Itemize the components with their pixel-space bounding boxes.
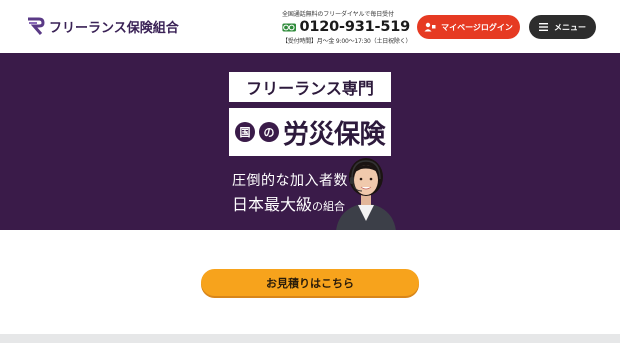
user-icon (424, 22, 436, 32)
hero-title: 労災保険 (282, 119, 386, 150)
logo-text: フリーランス保険組合 (49, 20, 179, 36)
estimate-button[interactable]: お見積りはこちら (201, 269, 419, 296)
contact-hours: 【受付時間】月〜金 9:00〜17:30（土日祝除く） (282, 38, 412, 45)
logo-mark-icon (28, 17, 45, 35)
menu-label: メニュー (554, 22, 586, 32)
freedial-icon (282, 22, 297, 32)
phone-row[interactable]: 0120-931-519 (282, 19, 410, 35)
site-header: フリーランス保険組合 全国通話無料のフリーダイヤルで毎日受付 0120-931-… (0, 0, 620, 53)
hero-tagline-main: 日本最大級 (232, 195, 313, 214)
no-circle: の (258, 122, 279, 142)
section-divider (0, 334, 620, 343)
hero-tagline: 日本最大級の組合 (232, 191, 345, 215)
contact-note: 全国通話無料のフリーダイヤルで毎日受付 (282, 11, 394, 18)
mypage-login-button[interactable]: マイページログイン (417, 15, 520, 39)
hero-banner: フリーランス専門 国 の 労災保険 圧倒的な加入者数 日本最大級の組合 (0, 53, 620, 230)
phone-number[interactable]: 0120-931-519 (299, 19, 410, 35)
hamburger-icon (539, 23, 548, 31)
operator-illustration (336, 158, 396, 230)
hero-badge-title: 国 の 労災保険 (229, 108, 391, 156)
menu-button[interactable]: メニュー (529, 15, 596, 39)
hero-badge-specialty: フリーランス専門 (229, 72, 391, 102)
site-logo[interactable]: フリーランス保険組合 (26, 16, 179, 36)
contact-info: 全国通話無料のフリーダイヤルで毎日受付 0120-931-519 【受付時間】月… (282, 9, 412, 45)
login-label: マイページログイン (441, 22, 513, 32)
kuni-circle: 国 (234, 122, 255, 142)
